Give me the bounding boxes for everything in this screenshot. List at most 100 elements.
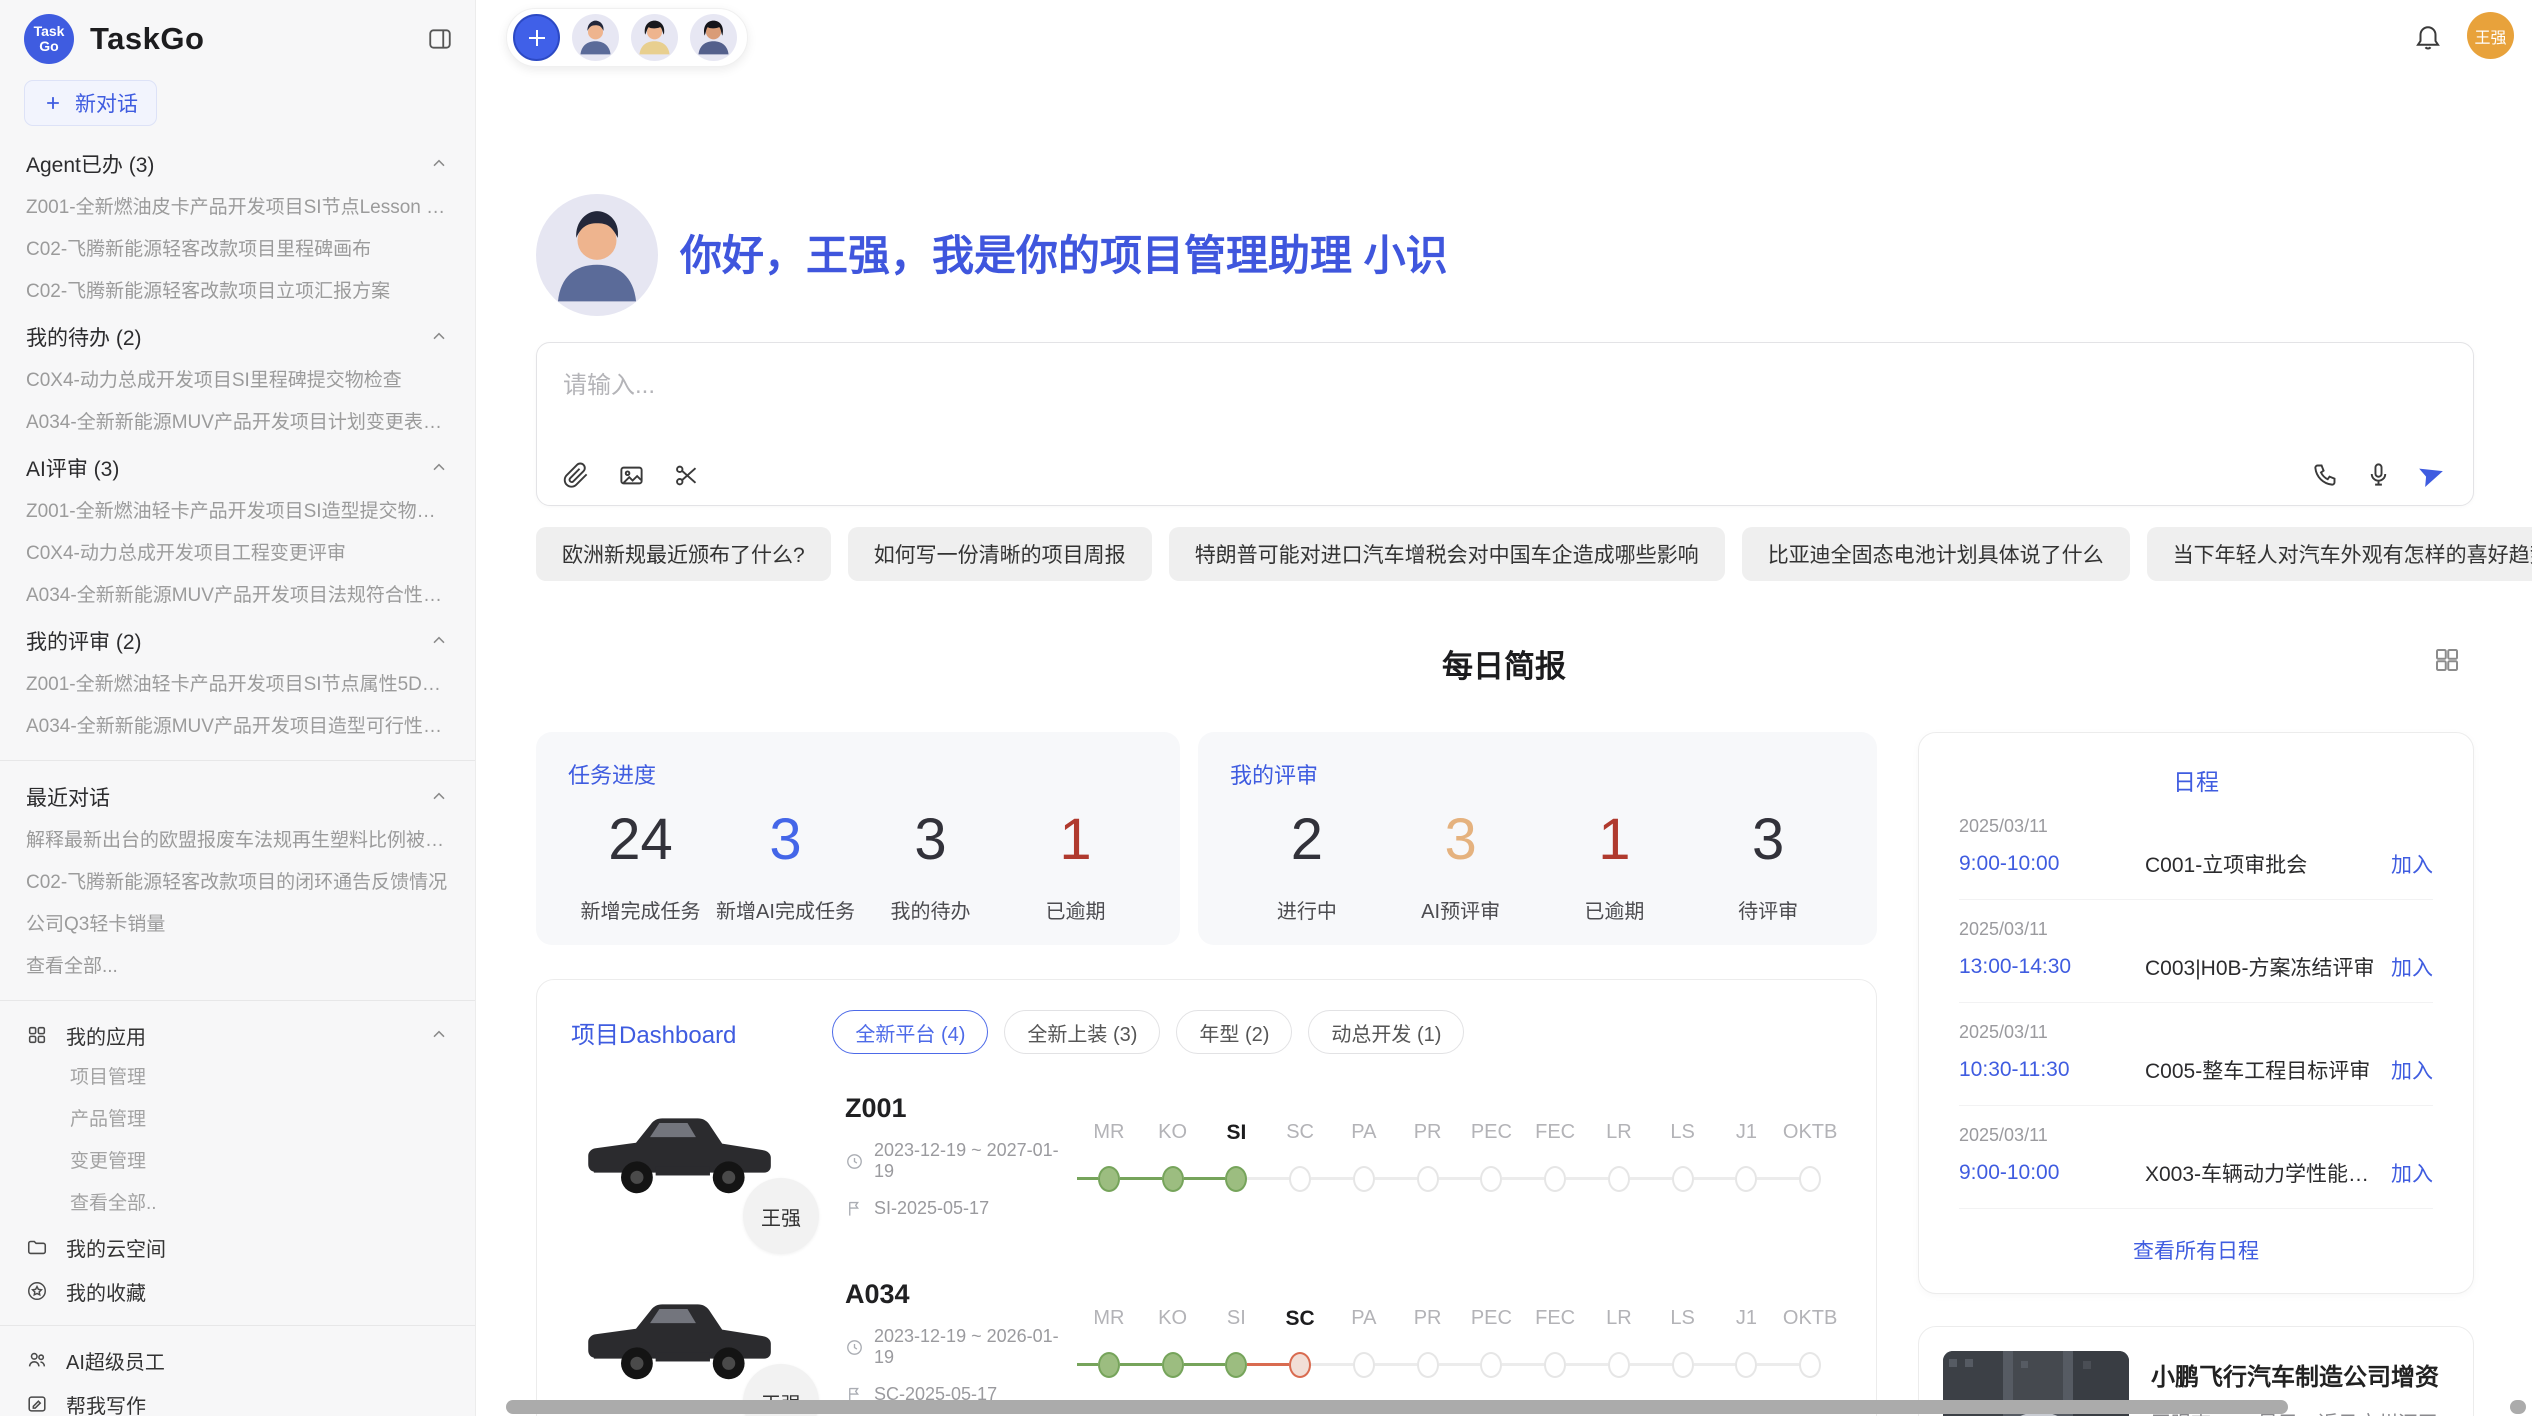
dashboard-filter-pill[interactable]: 年型 (2)	[1176, 1010, 1292, 1054]
daily-briefing-title: 每日简报	[1442, 641, 1566, 686]
event-name: C005-整车工程目标评审	[2145, 1055, 2377, 1085]
join-link[interactable]: 加入	[2391, 1158, 2433, 1188]
new-chat-button[interactable]: 新对话	[24, 80, 157, 126]
project-dates: 2023-12-19 ~ 2026-01-19	[874, 1326, 1077, 1368]
sidebar-app-item[interactable]: 产品管理	[0, 1099, 475, 1141]
section-my-todo[interactable]: 我的待办 (2)	[26, 313, 449, 360]
sidebar-item-help-write[interactable]: 帮我写作	[0, 1382, 475, 1416]
sidebar-app-item[interactable]: 查看全部..	[0, 1183, 475, 1225]
sidebar-item-my-apps[interactable]: 我的应用	[0, 1013, 475, 1057]
sidebar-app-item[interactable]: 变更管理	[0, 1141, 475, 1183]
milestone: PEC	[1460, 1307, 1524, 1379]
sidebar-task-item[interactable]: C02-飞腾新能源轻客改款项目立项汇报方案	[26, 271, 449, 313]
schedule-card: 日程 2025/03/11 9:00-10:00 C001-立项审批会 加入 2…	[1918, 732, 2474, 1294]
milestone-node	[1608, 1352, 1630, 1378]
stat-label: 新增AI完成任务	[713, 895, 858, 924]
schedule-event: 2025/03/11 9:00-10:00 X003-车辆动力学性能验... 加…	[1959, 1106, 2433, 1209]
milestone-label: OKTB	[1783, 1307, 1837, 1339]
new-chat-label: 新对话	[75, 88, 138, 118]
suggestion-chip[interactable]: 比亚迪全固态电池计划具体说了什么	[1742, 527, 2130, 581]
section-my-review[interactable]: 我的评审 (2)	[26, 617, 449, 664]
join-link[interactable]: 加入	[2391, 952, 2433, 982]
milestone-label: LR	[1606, 1121, 1632, 1153]
chat-input[interactable]	[537, 343, 2473, 433]
sidebar-app-item[interactable]: 项目管理	[0, 1057, 475, 1099]
microphone-icon[interactable]	[2365, 461, 2392, 488]
milestone: MR	[1077, 1121, 1141, 1193]
chevron-up-icon[interactable]	[429, 1025, 449, 1045]
schedule-event: 2025/03/11 10:30-11:30 C005-整车工程目标评审 加入	[1959, 1003, 2433, 1106]
sidebar-task-item[interactable]: C0X4-动力总成开发项目工程变更评审	[26, 533, 449, 575]
milestone-label: OKTB	[1783, 1121, 1837, 1153]
clock-icon	[845, 1338, 864, 1357]
stat-label: AI预评审	[1384, 895, 1538, 924]
milestone-label: SI	[1227, 1307, 1246, 1339]
sidebar-item-favorites[interactable]: 我的收藏	[0, 1269, 475, 1313]
project-row[interactable]: 王强A0342023-12-19 ~ 2026-01-19SC-2025-05-…	[537, 1246, 1876, 1416]
section-ai-review[interactable]: AI评审 (3)	[26, 444, 449, 491]
chevron-up-icon[interactable]	[429, 787, 449, 807]
sidebar-task-item[interactable]: Z001-全新燃油轻卡产品开发项目SI节点属性5D文件评审	[26, 664, 449, 706]
project-row[interactable]: 王强Z0012023-12-19 ~ 2027-01-19SI-2025-05-…	[537, 1060, 1876, 1246]
sidebar-collapse-icon[interactable]	[427, 26, 453, 52]
sidebar-item-cloud-space[interactable]: 我的云空间	[0, 1225, 475, 1269]
scissors-icon[interactable]	[673, 462, 700, 489]
chevron-up-icon[interactable]	[429, 154, 449, 174]
milestone: FEC	[1523, 1121, 1587, 1193]
suggestion-chip[interactable]: 当下年轻人对汽车外观有怎样的喜好趋势	[2147, 527, 2532, 581]
suggestion-chip[interactable]: 欧洲新规最近颁布了什么?	[536, 527, 831, 581]
project-code: A034	[845, 1279, 1077, 1310]
milestone-node	[1672, 1166, 1694, 1192]
sidebar-task-item[interactable]: A034-全新新能源MUV产品开发项目造型可行性评审	[26, 706, 449, 748]
recent-chat-item[interactable]: 公司Q3轻卡销量	[26, 904, 449, 946]
milestone-label: KO	[1158, 1307, 1187, 1339]
recent-chat-item[interactable]: 查看全部...	[26, 946, 449, 988]
sidebar-task-item[interactable]: C0X4-动力总成开发项目SI里程碑提交物检查	[26, 360, 449, 402]
sidebar-task-item[interactable]: C02-飞腾新能源轻客改款项目里程碑画布	[26, 229, 449, 271]
layout-grid-icon[interactable]	[2432, 645, 2462, 675]
stat-label: 待评审	[1691, 895, 1845, 924]
sidebar-task-item[interactable]: A034-全新新能源MUV产品开发项目计划变更表编写	[26, 402, 449, 444]
my-review-card: 我的评审 2 进行中 3 AI预评审	[1198, 732, 1877, 945]
chevron-up-icon[interactable]	[429, 458, 449, 478]
milestone-label: J1	[1736, 1307, 1757, 1339]
agent-avatar[interactable]	[690, 14, 737, 61]
phone-icon[interactable]	[2312, 461, 2339, 488]
join-link[interactable]: 加入	[2391, 1055, 2433, 1085]
milestone-label: PR	[1414, 1307, 1442, 1339]
agent-avatar[interactable]	[572, 14, 619, 61]
add-agent-button[interactable]	[513, 14, 560, 61]
join-link[interactable]: 加入	[2391, 849, 2433, 879]
section-recent-chats[interactable]: 最近对话	[26, 773, 449, 820]
sidebar-item-ai-super-staff[interactable]: AI超级员工	[0, 1338, 475, 1382]
scrollbar-thumb[interactable]	[506, 1400, 2288, 1414]
milestone-node	[1098, 1166, 1120, 1192]
agent-avatar[interactable]	[631, 14, 678, 61]
milestone-label: SC	[1286, 1307, 1315, 1339]
dashboard-filter-pill[interactable]: 全新上装 (3)	[1004, 1010, 1160, 1054]
suggestion-chip[interactable]: 特朗普可能对进口汽车增税会对中国车企造成哪些影响	[1169, 527, 1725, 581]
view-all-schedule-link[interactable]: 查看所有日程	[1959, 1235, 2433, 1265]
image-icon[interactable]	[618, 462, 645, 489]
notification-bell-icon[interactable]	[2413, 21, 2443, 51]
chevron-up-icon[interactable]	[429, 327, 449, 347]
suggestion-chip[interactable]: 如何写一份清晰的项目周报	[848, 527, 1152, 581]
recent-chat-item[interactable]: C02-飞腾新能源轻客改款项目的闭环通告反馈情况	[26, 862, 449, 904]
plus-icon	[43, 93, 63, 113]
send-icon[interactable]	[2418, 460, 2447, 489]
dashboard-filter-pill[interactable]: 动总开发 (1)	[1308, 1010, 1464, 1054]
event-name: C003|H0B-方案冻结评审	[2145, 952, 2377, 982]
attachment-icon[interactable]	[563, 462, 590, 489]
sidebar-task-item[interactable]: A034-全新新能源MUV产品开发项目法规符合性评审	[26, 575, 449, 617]
dashboard-filter-pill[interactable]: 全新平台 (4)	[832, 1010, 988, 1054]
user-avatar[interactable]: 王强	[2467, 12, 2514, 59]
event-name: C001-立项审批会	[2145, 849, 2377, 879]
milestone: J1	[1715, 1307, 1779, 1379]
section-agent-done[interactable]: Agent已办 (3)	[26, 140, 449, 187]
sidebar-task-item[interactable]: Z001-全新燃油皮卡产品开发项目SI节点Lesson Learn报告	[26, 187, 449, 229]
chevron-up-icon[interactable]	[429, 631, 449, 651]
stat-value: 1	[1003, 806, 1148, 873]
recent-chat-item[interactable]: 解释最新出台的欧盟报废车法规再生塑料比例被调至15%...	[26, 820, 449, 862]
sidebar-task-item[interactable]: Z001-全新燃油轻卡产品开发项目SI造型提交物评审	[26, 491, 449, 533]
milestone: MR	[1077, 1307, 1141, 1379]
